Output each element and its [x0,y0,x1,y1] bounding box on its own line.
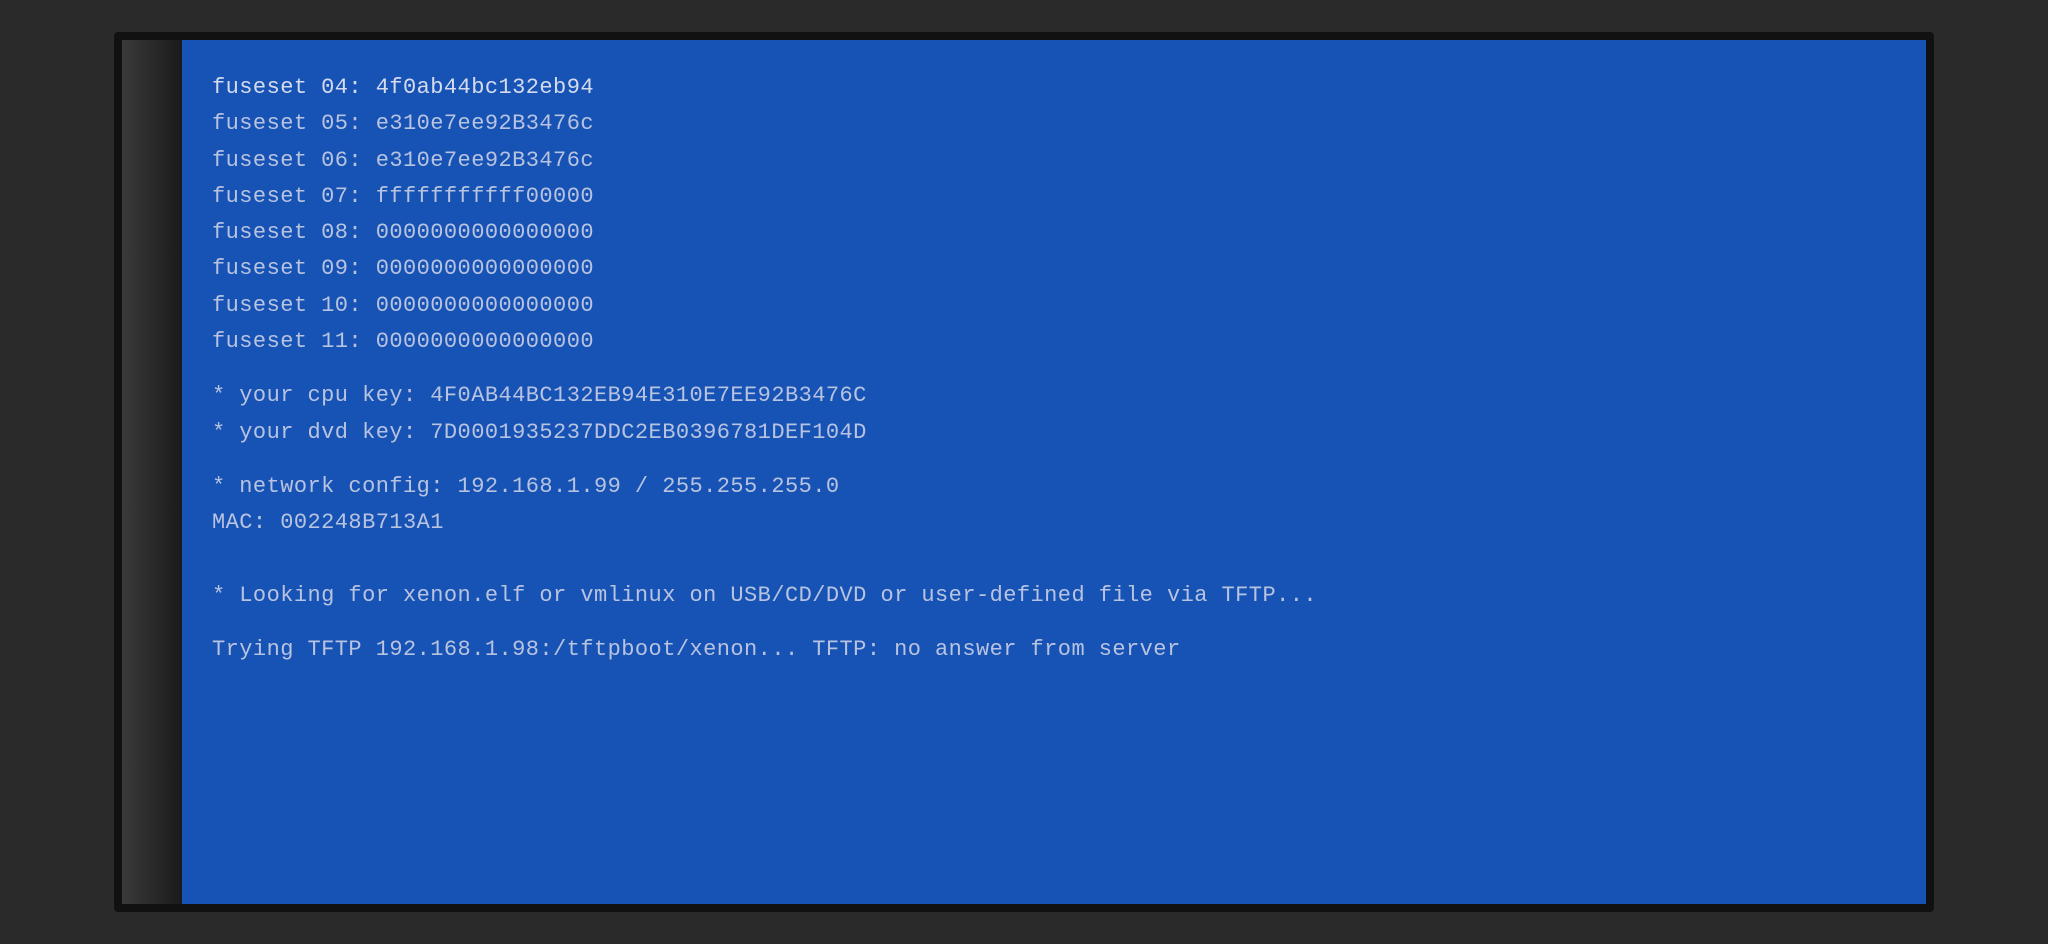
spacer-11 [212,451,1886,469]
terminal-line-mac: MAC: 002248B713A1 [212,505,1886,541]
terminal-line-fuseset06: fuseset 06: e310e7ee92B3476c [212,143,1886,179]
terminal-line-dvdkey: * your dvd key: 7D0001935237DDC2EB039678… [212,415,1886,451]
terminal-screen: fuseset 04: 4f0ab44bc132eb94fuseset 05: … [182,40,1926,904]
terminal-line-fuseset08: fuseset 08: 0000000000000000 [212,215,1886,251]
terminal-line-fuseset05: fuseset 05: e310e7ee92B3476c [212,106,1886,142]
terminal-line-fuseset07: fuseset 07: fffffffffff00000 [212,179,1886,215]
spacer-14 [212,542,1886,560]
terminal-line-fuseset04: fuseset 04: 4f0ab44bc132eb94 [212,70,1886,106]
terminal-line-netconfig: * network config: 192.168.1.99 / 255.255… [212,469,1886,505]
screen-bezel-left [122,40,182,904]
spacer-17 [212,614,1886,632]
terminal-line-fuseset09: fuseset 09: 0000000000000000 [212,251,1886,287]
monitor: fuseset 04: 4f0ab44bc132eb94fuseset 05: … [114,32,1934,912]
terminal-line-fuseset11: fuseset 11: 0000000000000000 [212,324,1886,360]
spacer-15 [212,560,1886,578]
terminal-line-fuseset10: fuseset 10: 0000000000000000 [212,288,1886,324]
terminal-line-tftp: Trying TFTP 192.168.1.98:/tftpboot/xenon… [212,632,1886,668]
spacer-8 [212,360,1886,378]
terminal-line-looking: * Looking for xenon.elf or vmlinux on US… [212,578,1886,614]
terminal-line-cpukey: * your cpu key: 4F0AB44BC132EB94E310E7EE… [212,378,1886,414]
